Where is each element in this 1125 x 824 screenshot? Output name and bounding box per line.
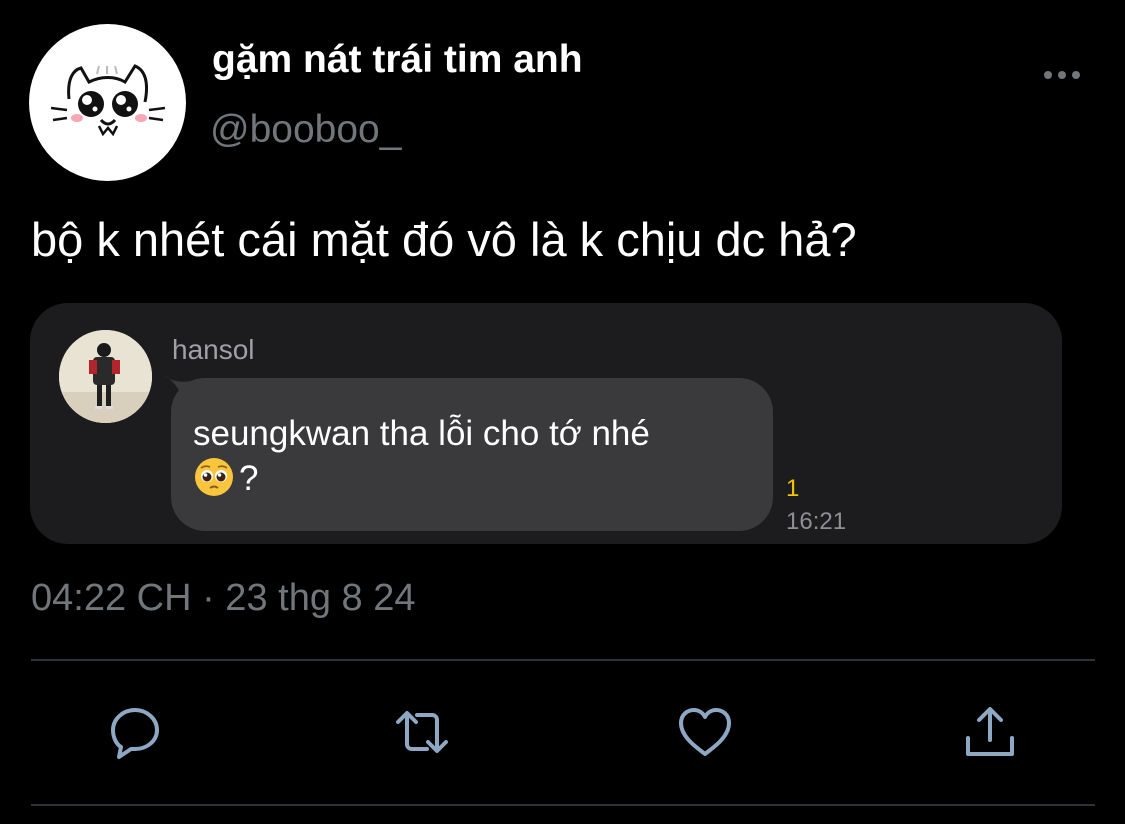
author-avatar[interactable] xyxy=(29,24,186,181)
more-dots-icon xyxy=(1044,71,1080,79)
retweet-icon xyxy=(396,711,448,753)
divider xyxy=(31,659,1095,661)
tweet-text: bộ k nhét cái mặt đó vô là k chịu dc hả? xyxy=(31,213,857,266)
unread-count: 1 xyxy=(786,475,800,502)
message-bubble: seungkwan tha lỗi cho tớ nhé ? xyxy=(171,378,773,531)
sender-name: hansol xyxy=(172,334,255,365)
like-icon xyxy=(679,708,731,756)
user-handle[interactable]: @booboo_ xyxy=(210,108,401,152)
attached-chat-image[interactable]: hansol seungkwan tha lỗi cho tớ nhé ? 1 … xyxy=(30,303,1062,544)
message-suffix: ? xyxy=(239,459,259,498)
message-text-block: seungkwan tha lỗi cho tớ nhé ? xyxy=(193,412,763,501)
person-photo-icon xyxy=(59,330,152,423)
share-button[interactable] xyxy=(962,704,1018,760)
reply-button[interactable] xyxy=(107,704,163,760)
share-icon xyxy=(966,707,1014,756)
message-time: 16:21 xyxy=(786,508,847,535)
display-name[interactable]: gặm nát trái tim anh xyxy=(212,38,583,82)
divider xyxy=(31,804,1095,806)
like-button[interactable] xyxy=(677,704,733,760)
cartoon-cat-icon xyxy=(50,64,166,137)
more-options-button[interactable] xyxy=(1040,60,1084,90)
retweet-button[interactable] xyxy=(394,704,450,760)
message-text: seungkwan tha lỗi cho tớ nhé xyxy=(193,414,650,453)
sender-avatar xyxy=(59,330,152,423)
pleading-face-emoji xyxy=(193,456,235,498)
tweet-timestamp[interactable]: 04:22 CH · 23 thg 8 24 xyxy=(31,577,415,620)
reply-icon xyxy=(111,708,159,759)
